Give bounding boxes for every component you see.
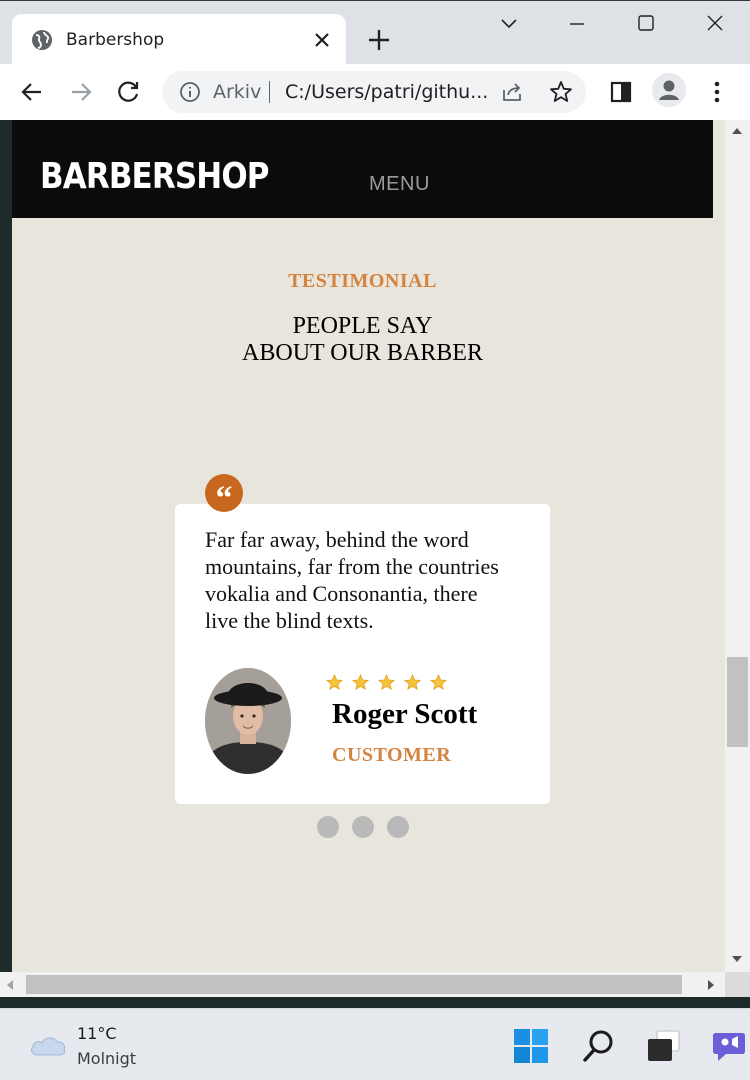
new-tab-icon[interactable] [366, 27, 392, 53]
forward-icon[interactable] [67, 78, 95, 106]
star-icon [403, 673, 422, 691]
site-logo[interactable]: BARBERSHOP [40, 156, 269, 197]
cloud-icon[interactable] [28, 1029, 68, 1059]
omnibox-divider [269, 81, 270, 103]
more-menu-icon[interactable] [703, 78, 731, 106]
tab-search-icon[interactable] [497, 11, 521, 35]
weather-temperature[interactable]: 11°C [77, 1024, 117, 1043]
heading-line-2: ABOUT OUR BARBER [242, 340, 483, 366]
testimonial-card: Far far away, behind the word mountains,… [175, 504, 550, 804]
portrait-image [205, 668, 291, 774]
site-header: BARBERSHOP MENU [12, 120, 713, 218]
site-info-label[interactable]: Arkiv [213, 81, 261, 103]
windows-start-icon[interactable] [512, 1027, 550, 1065]
vertical-scroll-thumb[interactable] [727, 657, 748, 747]
slider-dot[interactable] [387, 816, 409, 838]
scrollbar-corner [725, 972, 750, 997]
vertical-scrollbar[interactable] [725, 120, 750, 972]
reload-icon[interactable] [115, 78, 143, 106]
weather-condition[interactable]: Molnigt [77, 1049, 136, 1068]
taskbar: 11°C Molnigt [0, 1008, 750, 1080]
minimize-icon[interactable] [565, 11, 589, 35]
profile-icon [652, 73, 686, 107]
slider-dot[interactable] [352, 816, 374, 838]
horizontal-scrollbar[interactable] [0, 972, 725, 997]
maximize-icon[interactable] [634, 11, 658, 35]
horizontal-scroll-thumb[interactable] [26, 975, 682, 994]
scroll-down-arrow-icon[interactable] [732, 956, 742, 962]
section-eyebrow: TESTIMONIAL [288, 270, 437, 292]
globe-icon [32, 30, 52, 50]
task-view-icon[interactable] [645, 1027, 683, 1065]
scroll-right-arrow-icon[interactable] [708, 980, 714, 990]
section-heading: PEOPLE SAY ABOUT OUR BARBER [12, 313, 713, 367]
share-icon[interactable] [500, 80, 524, 104]
customer-name: Roger Scott [332, 698, 478, 730]
testimonial-text: Far far away, behind the word mountains,… [205, 527, 499, 633]
back-icon[interactable] [18, 78, 46, 106]
browser-tab[interactable]: Barbershop [12, 14, 346, 65]
customer-photo [205, 668, 291, 774]
heading-line-1: PEOPLE SAY [292, 313, 433, 339]
url-text[interactable]: C:/Users/patri/githu... [285, 81, 488, 103]
browser-toolbar: Arkiv C:/Users/patri/githu... [0, 64, 750, 120]
page-viewport: BARBERSHOP MENU TESTIMONIAL PEOPLE SAY A… [12, 120, 725, 972]
address-bar[interactable]: Arkiv C:/Users/patri/githu... [162, 71, 586, 113]
chat-icon[interactable] [710, 1027, 748, 1065]
info-icon[interactable] [178, 80, 202, 104]
star-icon [325, 673, 344, 691]
slider-dot[interactable] [317, 816, 339, 838]
rating-stars [325, 673, 448, 692]
bookmark-star-icon[interactable] [548, 79, 574, 105]
close-window-icon[interactable] [703, 11, 727, 35]
tab-strip: Barbershop [0, 0, 750, 65]
side-panel-icon[interactable] [607, 78, 635, 106]
star-icon [377, 673, 396, 691]
scroll-up-arrow-icon[interactable] [732, 128, 742, 134]
tab-title: Barbershop [66, 30, 165, 50]
star-icon [429, 673, 448, 691]
scroll-left-arrow-icon[interactable] [7, 980, 13, 990]
profile-button[interactable] [652, 73, 686, 107]
quote-icon: “ [205, 474, 243, 517]
slider-dots [317, 816, 409, 838]
search-icon[interactable] [580, 1027, 618, 1065]
close-tab-icon[interactable] [310, 28, 334, 52]
menu-button[interactable]: MENU [369, 173, 430, 196]
customer-role: CUSTOMER [332, 744, 452, 766]
star-icon [351, 673, 370, 691]
